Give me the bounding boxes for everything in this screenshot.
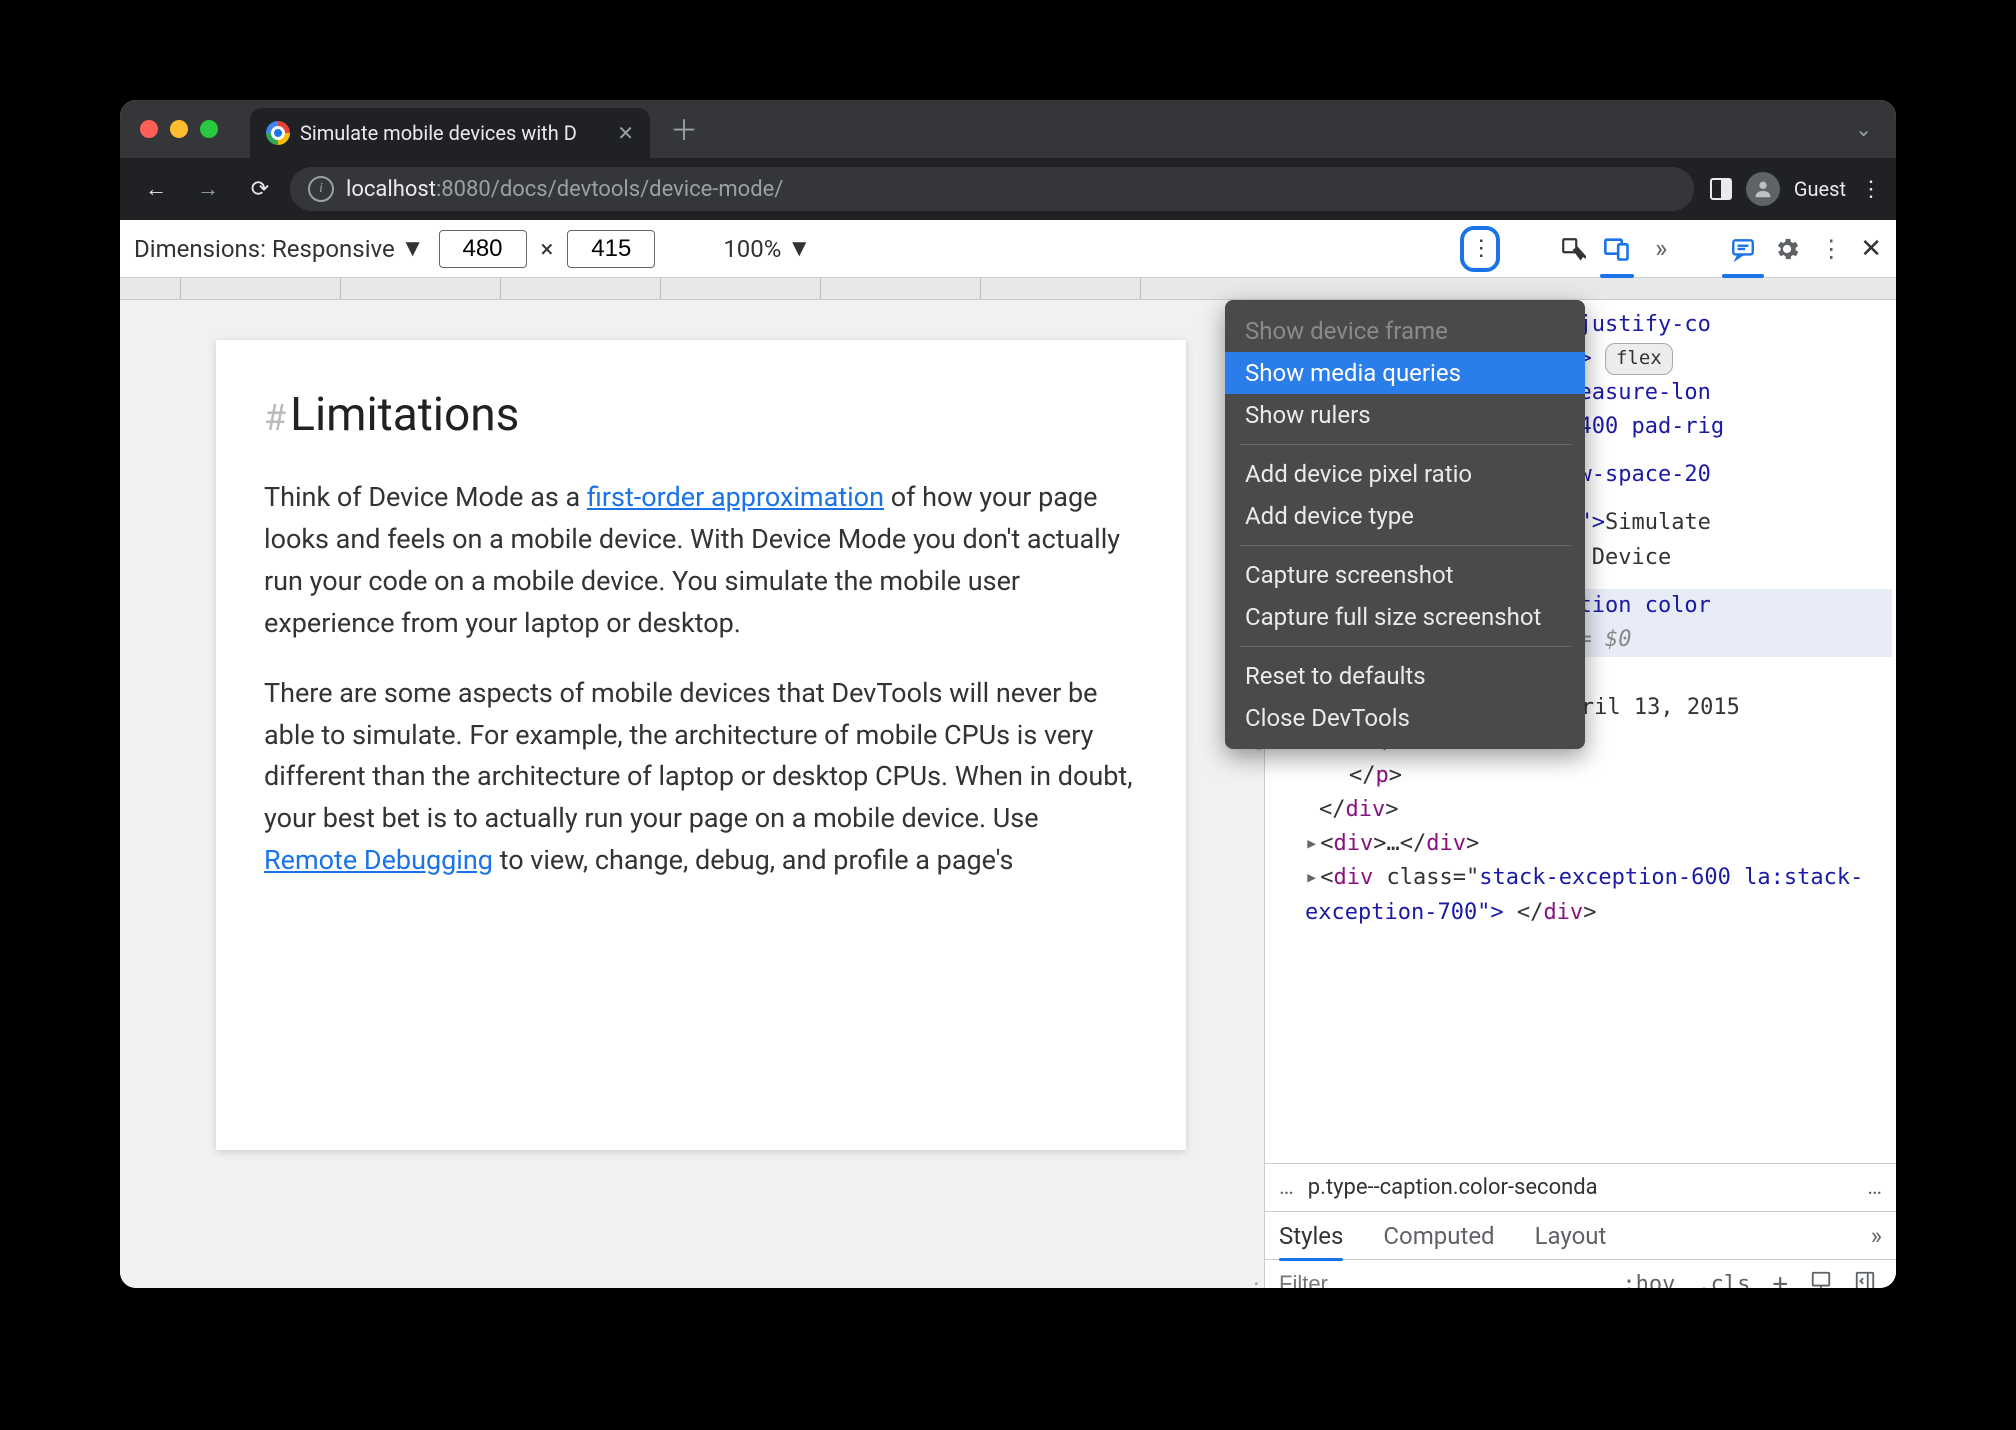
profile-label: Guest bbox=[1794, 177, 1846, 201]
toolbar: ← → ⟳ i localhost:8080/docs/devtools/dev… bbox=[120, 158, 1896, 220]
toggle-sidebar-icon[interactable] bbox=[1848, 1268, 1882, 1288]
hov-toggle[interactable]: :hov bbox=[1616, 1270, 1681, 1289]
profile-avatar[interactable] bbox=[1746, 172, 1780, 206]
titlebar: Simulate mobile devices with D ✕ ＋ ⌄ bbox=[120, 100, 1896, 158]
menu-separator bbox=[1239, 444, 1571, 445]
menu-capture-screenshot[interactable]: Capture screenshot bbox=[1225, 554, 1585, 596]
device-styles-icon[interactable] bbox=[1804, 1268, 1838, 1288]
more-tabs-icon[interactable]: » bbox=[1871, 1214, 1882, 1258]
paragraph: There are some aspects of mobile devices… bbox=[264, 673, 1138, 882]
close-tab-button[interactable]: ✕ bbox=[617, 121, 634, 145]
menu-add-device-pixel-ratio[interactable]: Add device pixel ratio bbox=[1225, 453, 1585, 495]
chrome-favicon-icon bbox=[266, 121, 290, 145]
tab-computed[interactable]: Computed bbox=[1383, 1214, 1494, 1258]
inspect-element-icon[interactable] bbox=[1558, 234, 1588, 264]
breadcrumb-overflow-left[interactable]: … bbox=[1279, 1175, 1294, 1200]
device-viewport-container: #Limitations Think of Device Mode as a f… bbox=[120, 300, 1265, 1288]
remote-debugging-link[interactable]: Remote Debugging bbox=[264, 844, 493, 876]
menu-separator bbox=[1239, 646, 1571, 647]
url-port: :8080 bbox=[436, 177, 491, 202]
device-options-menu: Show device frame Show media queries Sho… bbox=[1225, 300, 1585, 749]
menu-capture-full-screenshot[interactable]: Capture full size screenshot bbox=[1225, 596, 1585, 638]
menu-show-device-frame[interactable]: Show device frame bbox=[1225, 310, 1585, 352]
traffic-lights bbox=[140, 120, 218, 138]
cls-toggle[interactable]: .cls bbox=[1691, 1270, 1756, 1289]
browser-tab[interactable]: Simulate mobile devices with D ✕ bbox=[250, 108, 650, 158]
close-window-button[interactable] bbox=[140, 120, 158, 138]
ruler bbox=[120, 278, 1896, 300]
tab-title: Simulate mobile devices with D bbox=[300, 121, 607, 145]
tab-overflow-icon[interactable]: ⌄ bbox=[1855, 117, 1872, 141]
more-tabs-icon[interactable]: » bbox=[1646, 234, 1676, 264]
messages-icon[interactable] bbox=[1728, 234, 1758, 264]
menu-show-rulers[interactable]: Show rulers bbox=[1225, 394, 1585, 436]
styles-filter-row: :hov .cls + bbox=[1265, 1260, 1896, 1288]
width-input[interactable] bbox=[439, 230, 527, 268]
dropdown-caret-icon: ▼ bbox=[787, 234, 811, 263]
menu-show-media-queries[interactable]: Show media queries bbox=[1225, 352, 1585, 394]
breadcrumb-bar[interactable]: … p.type--caption.color-seconda … bbox=[1265, 1164, 1896, 1212]
styles-tabs: Styles Computed Layout » bbox=[1265, 1212, 1896, 1260]
menu-close-devtools[interactable]: Close DevTools bbox=[1225, 697, 1585, 739]
menu-reset-defaults[interactable]: Reset to defaults bbox=[1225, 655, 1585, 697]
breadcrumb-current[interactable]: p.type--caption.color-seconda bbox=[1308, 1175, 1854, 1200]
device-toolbar: Dimensions: Responsive ▼ × 100% ▼ ⋮ » ⋮ … bbox=[120, 220, 1896, 278]
zoom-dropdown[interactable]: 100% ▼ bbox=[723, 234, 811, 263]
resize-handle-icon[interactable]: ⋰ bbox=[1238, 1279, 1260, 1288]
toggle-device-toolbar-icon[interactable] bbox=[1602, 234, 1632, 264]
page-heading: #Limitations bbox=[264, 380, 1138, 451]
breadcrumb-overflow-right[interactable]: … bbox=[1867, 1175, 1882, 1200]
address-bar[interactable]: i localhost:8080/docs/devtools/device-mo… bbox=[290, 167, 1694, 211]
times-label: × bbox=[541, 235, 554, 263]
devtools-menu-icon[interactable]: ⋮ bbox=[1816, 234, 1846, 264]
url-path: /docs/devtools/device-mode/ bbox=[491, 177, 784, 202]
approximation-link[interactable]: first-order approximation bbox=[587, 481, 884, 513]
new-tab-button[interactable]: ＋ bbox=[670, 109, 698, 149]
flex-pill[interactable]: flex bbox=[1605, 343, 1673, 374]
browser-window: Simulate mobile devices with D ✕ ＋ ⌄ ← →… bbox=[120, 100, 1896, 1288]
browser-menu-icon[interactable]: ⋮ bbox=[1860, 177, 1882, 202]
dropdown-caret-icon: ▼ bbox=[401, 234, 425, 263]
tab-styles[interactable]: Styles bbox=[1279, 1214, 1343, 1258]
forward-button[interactable]: → bbox=[186, 167, 230, 211]
paragraph: Think of Device Mode as a first-order ap… bbox=[264, 477, 1138, 644]
site-info-icon[interactable]: i bbox=[308, 176, 334, 202]
settings-gear-icon[interactable] bbox=[1772, 234, 1802, 264]
device-mode-options-button[interactable]: ⋮ bbox=[1460, 226, 1500, 272]
tab-layout[interactable]: Layout bbox=[1535, 1214, 1607, 1258]
height-input[interactable] bbox=[567, 230, 655, 268]
browser-actions: Guest ⋮ bbox=[1702, 172, 1882, 206]
menu-separator bbox=[1239, 545, 1571, 546]
maximize-window-button[interactable] bbox=[200, 120, 218, 138]
reload-button[interactable]: ⟳ bbox=[238, 167, 282, 211]
new-style-rule-icon[interactable]: + bbox=[1766, 1267, 1794, 1288]
close-devtools-button[interactable]: ✕ bbox=[1860, 234, 1882, 264]
dimensions-dropdown[interactable]: Dimensions: Responsive ▼ bbox=[134, 234, 425, 263]
page-viewport[interactable]: #Limitations Think of Device Mode as a f… bbox=[216, 340, 1186, 1150]
minimize-window-button[interactable] bbox=[170, 120, 188, 138]
menu-add-device-type[interactable]: Add device type bbox=[1225, 495, 1585, 537]
url-host: localhost bbox=[346, 177, 436, 202]
back-button[interactable]: ← bbox=[134, 167, 178, 211]
styles-filter-input[interactable] bbox=[1279, 1271, 1369, 1288]
side-panel-icon[interactable] bbox=[1710, 178, 1732, 200]
